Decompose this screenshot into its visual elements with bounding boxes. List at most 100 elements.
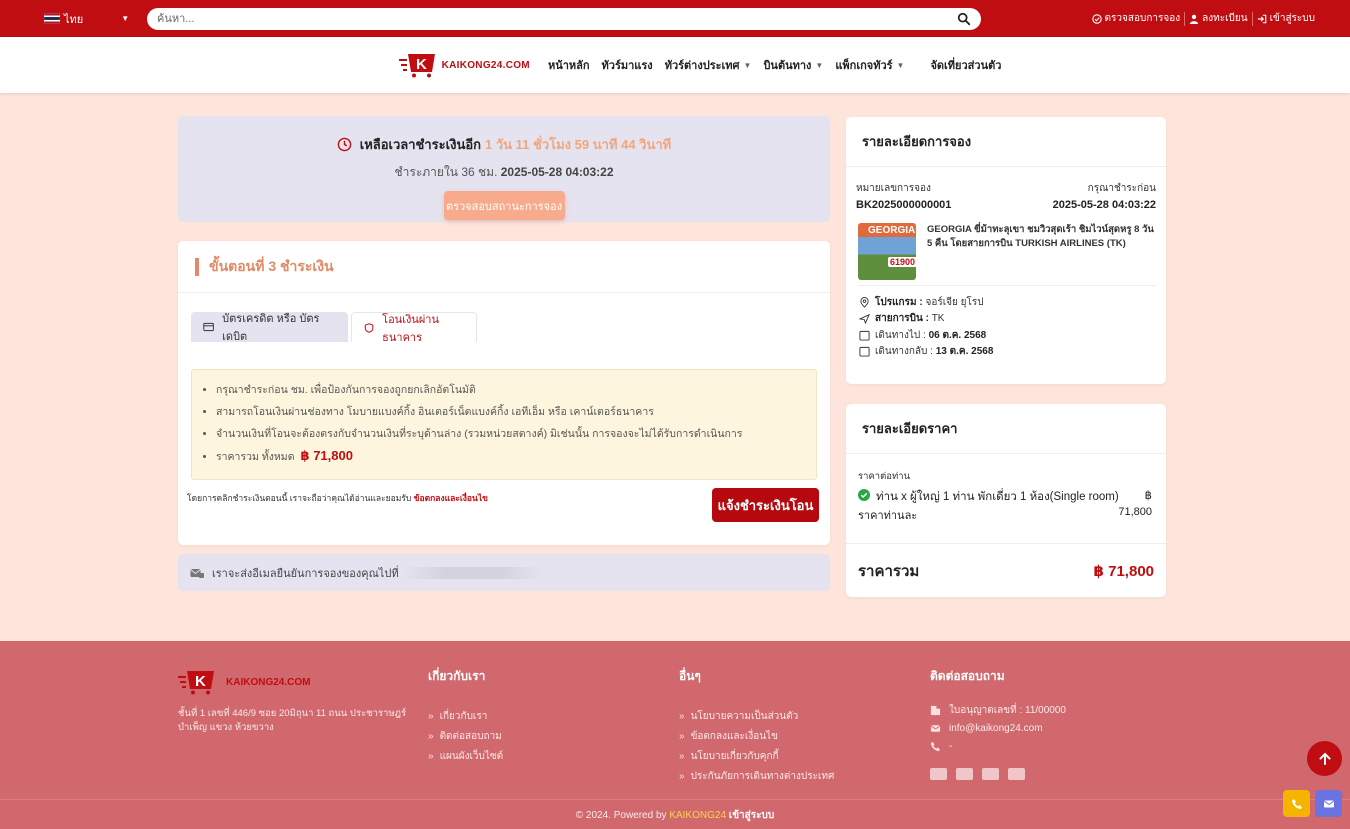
- masked-email: [402, 566, 543, 579]
- chevron-right-icon: »: [679, 750, 685, 762]
- search-box: [147, 7, 981, 30]
- deadline-prefix: ชำระภายใน 36 ชม.: [394, 165, 498, 179]
- language-label: ไทย: [64, 13, 84, 26]
- nav-home[interactable]: หน้าหลัก: [548, 56, 590, 74]
- envelope-icon: [930, 724, 941, 732]
- scroll-to-top-button[interactable]: [1307, 741, 1342, 776]
- mail-button[interactable]: [1315, 790, 1342, 817]
- envelope-icon: [190, 568, 204, 578]
- map-pin-icon: [860, 296, 869, 308]
- notice-item: จำนวนเงินที่โอนจะต้องตรงกับจำนวนเงินที่ร…: [216, 424, 816, 446]
- footer-link[interactable]: » ประกันภัยการเดินทางต่างประเทศ: [679, 766, 834, 786]
- search-input[interactable]: [157, 12, 957, 25]
- chevron-right-icon: »: [679, 710, 685, 722]
- chevron-right-icon: »: [679, 730, 685, 742]
- check-booking-link[interactable]: ตรวจสอบการจอง: [1088, 10, 1185, 28]
- tour-info: โปรแกรม : จอร์เจีย ยุโรป สายการบิน : TK …: [859, 294, 1166, 360]
- footer-link[interactable]: » แผนผังเว็บไซต์: [428, 746, 503, 766]
- caret-down-icon: ▼: [896, 60, 905, 70]
- footer-other-title: อื่นๆ: [679, 669, 701, 683]
- kaikong-logo-icon: K: [178, 671, 214, 695]
- svg-text:K: K: [416, 56, 427, 73]
- calendar-icon: [859, 347, 870, 357]
- caret-down-icon: ▼: [743, 60, 752, 70]
- accent-bar: [195, 257, 199, 276]
- program-row: โปรแกรม : จอร์เจีย ยุโรป: [859, 294, 1166, 311]
- airline-row: สายการบิน : TK: [859, 311, 1166, 328]
- footer-other: อื่นๆ » นโยบายความเป็นส่วนตัว » ข้อตกลงและ…: [679, 667, 834, 786]
- footer-brand[interactable]: K KAIKONG24.COM: [178, 669, 310, 695]
- pay-before-label: กรุณาชำระก่อน: [1087, 183, 1156, 194]
- per-unit-label: ราคาท่านละ: [858, 510, 918, 522]
- login-link[interactable]: เข้าสู่ระบบ: [1253, 10, 1319, 28]
- booking-details-title: รายละเอียดการจอง: [846, 117, 1166, 167]
- copyright-brand[interactable]: KAIKONG24: [669, 810, 726, 821]
- tab-bank-transfer[interactable]: โอนเงินผ่านธนาคาร: [351, 312, 477, 344]
- nav-hot-tours[interactable]: ทัวร์มาแรง: [602, 56, 653, 74]
- calendar-icon: [859, 330, 870, 341]
- brand-logo[interactable]: K KAIKONG24.COM: [398, 52, 530, 78]
- footer-link[interactable]: » เกี่ยวกับเรา: [428, 706, 503, 726]
- pay-before-value: 2025-05-28 04:03:22: [1052, 199, 1156, 211]
- footer-about-title: เกี่ยวกับเรา: [428, 669, 486, 683]
- language-selector[interactable]: ไทย ▼: [0, 0, 147, 37]
- booking-details-card: รายละเอียดการจอง หมายเลขการจอง กรุณาชำระ…: [846, 117, 1166, 384]
- paypal-icon: [1008, 768, 1025, 780]
- copyright-login-link[interactable]: เข้าสู่ระบบ: [729, 810, 774, 821]
- phone-item[interactable]: -: [930, 736, 1066, 756]
- email-confirmation-notice: เราจะส่งอีเมลยืนยันการจองของคุณไปที่: [178, 554, 830, 591]
- footer-link[interactable]: » ข้อตกลงและเงื่อนไข: [679, 726, 834, 746]
- building-icon: [930, 705, 941, 715]
- currency-symbol: ฿: [1144, 490, 1152, 502]
- payment-methods: [930, 768, 1066, 780]
- nav-departure-city[interactable]: บินต้นทาง ▼: [763, 56, 823, 74]
- footer-contact-title: ติดต่อสอบถาม: [930, 669, 1005, 683]
- svg-text:K: K: [195, 673, 206, 690]
- credit-card-icon: [930, 768, 947, 780]
- thai-flag-icon: [44, 13, 60, 24]
- booking-number-label: หมายเลขการจอง: [856, 183, 931, 194]
- payment-countdown: เหลือเวลาชำระเงินอีก 1 วัน 11 ชั่วโมง 59…: [178, 116, 830, 222]
- countdown-time: 1 วัน 11 ชั่วโมง 59 นาที 44 วินาที: [485, 137, 672, 152]
- bank-transfer-notice: กรุณาชำระก่อน ชม. เพื่อป้องกันการจองถูกย…: [191, 369, 817, 480]
- email-item[interactable]: info@kaikong24.com: [930, 720, 1066, 736]
- footer-about: เกี่ยวกับเรา » เกี่ยวกับเรา » ติดต่อสอบถาม…: [428, 667, 503, 766]
- total-price: ฿ 71,800: [300, 448, 353, 463]
- sign-in-icon: [1257, 14, 1266, 23]
- tour-thumbnail[interactable]: GEORGIA 61900: [858, 223, 916, 280]
- chevron-right-icon: »: [428, 710, 434, 722]
- footer-address: ชั้นที่ 1 เลขที่ 446/9 ซอย 20มิถุนา 11 ถ…: [178, 708, 407, 733]
- check-booking-status-button[interactable]: ตรวจสอบสถานะการจอง: [443, 191, 565, 220]
- call-button[interactable]: [1283, 790, 1310, 817]
- countdown-label: เหลือเวลาชำระเงินอีก: [359, 137, 482, 152]
- tour-title[interactable]: GEORGIA ขี่ม้าทะลุเขา ชมวิวสุดเร้า ชิมไว…: [927, 223, 1156, 285]
- deadline-line: ชำระภายใน 36 ชม. 2025-05-28 04:03:22: [178, 163, 830, 182]
- footer-link[interactable]: » นโยบายเกี่ยวกับคุกกี้: [679, 746, 834, 766]
- price-details-title: รายละเอียดราคา: [846, 404, 1166, 454]
- footer-link[interactable]: » ติดต่อสอบถาม: [428, 726, 503, 746]
- plane-icon: [859, 314, 870, 325]
- notify-transfer-button[interactable]: แจ้งชำระเงินโอน: [712, 488, 819, 522]
- register-link[interactable]: ลงทะเบียน: [1185, 10, 1251, 28]
- nav-tour-packages[interactable]: แพ็กเกจทัวร์ ▼: [835, 56, 904, 74]
- nav-private-trip[interactable]: จัดเที่ยวส่วนตัว: [930, 56, 1001, 74]
- license-item: ใบอนุญาตเลขที่ : 11/00000: [930, 700, 1066, 720]
- footer-contact: ติดต่อสอบถาม ใบอนุญาตเลขที่ : 11/00000 i…: [930, 667, 1066, 780]
- search-icon[interactable]: [957, 12, 971, 26]
- caret-down-icon: ▼: [815, 60, 824, 70]
- terms-link[interactable]: ข้อตกลงและเงื่อนไข: [414, 493, 488, 503]
- user-icon: [1189, 14, 1199, 24]
- price-total-row: ราคารวม ฿ 71,800: [846, 543, 1166, 597]
- per-person-label: ราคาต่อท่าน: [858, 471, 911, 482]
- deadline-value: 2025-05-28 04:03:22: [500, 165, 614, 179]
- phone-icon: [930, 741, 941, 751]
- tab-credit-card[interactable]: บัตรเครดิต หรือ บัตรเดบิต: [191, 312, 348, 343]
- footer-link[interactable]: » นโยบายความเป็นส่วนตัว: [679, 706, 834, 726]
- nav-international-tours[interactable]: ทัวร์ต่างประเทศ ▼: [665, 56, 752, 74]
- notice-total: ราคารวม ทั้งหมด฿ 71,800: [216, 446, 816, 468]
- depart-row: เดินทางไป : 06 ต.ค. 2568: [859, 327, 1166, 344]
- top-bar: ไทย ▼ ตรวจสอบการจอง ลงทะเบียน เข้าสู่ระบ…: [0, 0, 1350, 37]
- envelope-icon: [1323, 800, 1334, 807]
- mastercard-icon: [982, 768, 999, 780]
- brand-name: KAIKONG24.COM: [441, 59, 530, 71]
